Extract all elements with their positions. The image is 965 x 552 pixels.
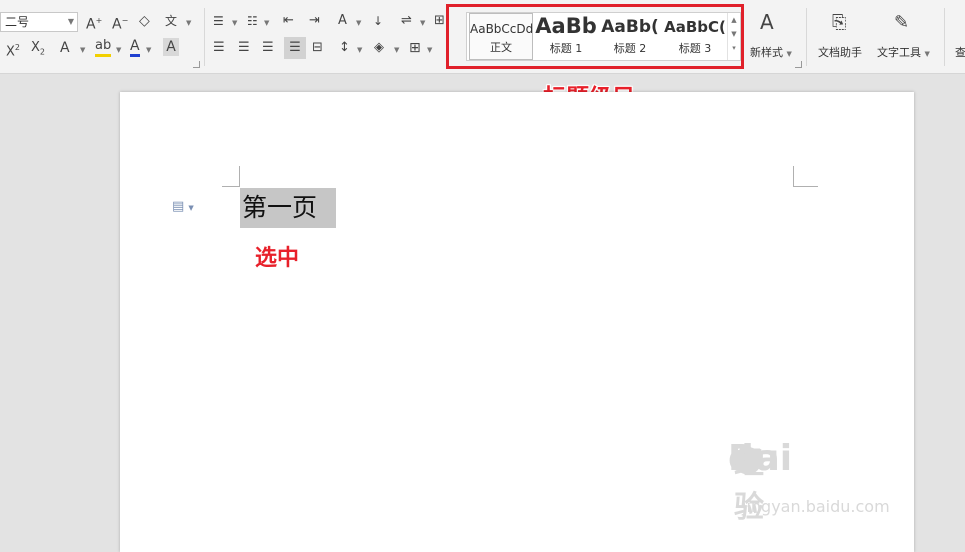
- new-style-button[interactable]: 新样式 ▼: [750, 44, 792, 60]
- font-color-icon[interactable]: A: [130, 38, 140, 57]
- paragraph-marker-icon[interactable]: ▤ ▼: [172, 199, 194, 214]
- decrease-indent-icon[interactable]: ⇤: [283, 11, 294, 31]
- group-separator: [204, 8, 205, 66]
- line-spacing-icon[interactable]: ↕: [339, 38, 350, 58]
- char-shading-icon[interactable]: A: [163, 38, 179, 56]
- text-direction-icon[interactable]: A: [338, 11, 347, 31]
- chevron-down-icon[interactable]: ▼: [264, 19, 269, 27]
- text-tools-label: 文字工具: [877, 46, 921, 59]
- crop-mark: [222, 166, 240, 187]
- shrink-font-icon[interactable]: A−: [112, 11, 128, 35]
- selected-text[interactable]: 第一页: [240, 188, 336, 228]
- styles-dialog-launcher[interactable]: [795, 61, 802, 68]
- bullet-list-icon[interactable]: ☰: [213, 11, 224, 31]
- new-style-icon[interactable]: A: [760, 10, 774, 34]
- justify-icon[interactable]: ☰: [284, 37, 306, 59]
- annotation-highlight-box: [446, 4, 744, 69]
- watermark-url: jingyan.baidu.com: [742, 497, 890, 516]
- group-separator: [944, 8, 945, 66]
- font-size-value: 二号: [5, 15, 30, 29]
- increase-indent-icon[interactable]: ⇥: [309, 11, 320, 31]
- crop-mark: [793, 166, 818, 187]
- text-effect-icon[interactable]: A: [60, 38, 70, 58]
- chevron-down-icon[interactable]: ▼: [427, 46, 432, 54]
- font-size-select[interactable]: 二号 ▼: [0, 12, 78, 32]
- new-style-label: 新样式: [750, 46, 783, 59]
- chevron-down-icon[interactable]: ▼: [232, 19, 237, 27]
- chevron-down-icon: ▼: [67, 17, 74, 26]
- chevron-down-icon[interactable]: ▼: [420, 19, 425, 27]
- chevron-down-icon[interactable]: ▼: [357, 46, 362, 54]
- cut-off-button[interactable]: 查: [955, 44, 965, 60]
- clear-format-icon[interactable]: ◇: [139, 11, 150, 31]
- annotation-selected: 选中: [255, 246, 300, 271]
- group-separator: [806, 8, 807, 66]
- subscript-icon[interactable]: X2: [31, 38, 45, 63]
- sort-icon[interactable]: ↓: [373, 11, 383, 31]
- chevron-down-icon: ▼: [924, 50, 930, 58]
- superscript-icon[interactable]: X2: [6, 38, 20, 62]
- wrench-icon[interactable]: ✎: [894, 12, 909, 34]
- chevron-down-icon[interactable]: ▼: [186, 19, 191, 27]
- align-left-icon[interactable]: ☰: [213, 38, 225, 58]
- borders-icon[interactable]: ⊞: [409, 38, 421, 58]
- font-dialog-launcher[interactable]: [193, 61, 200, 68]
- chevron-down-icon[interactable]: ▼: [146, 46, 151, 54]
- doc-assistant-icon[interactable]: ⎘: [832, 12, 846, 34]
- numbered-list-icon[interactable]: ☷: [247, 11, 258, 31]
- chevron-down-icon: ▼: [786, 50, 792, 58]
- line-break-icon[interactable]: ⇌: [401, 11, 412, 31]
- chevron-down-icon[interactable]: ▼: [394, 46, 399, 54]
- document-page[interactable]: ▤ ▼ 第一页: [120, 92, 914, 552]
- phonetic-guide-icon[interactable]: 文: [165, 11, 177, 31]
- align-right-icon[interactable]: ☰: [262, 38, 274, 58]
- distribute-icon[interactable]: ⊟: [312, 38, 323, 58]
- highlight-icon[interactable]: ab: [95, 38, 112, 57]
- shading-fill-icon[interactable]: ◈: [374, 38, 384, 58]
- grow-font-icon[interactable]: A+: [86, 11, 102, 35]
- chevron-down-icon[interactable]: ▼: [116, 46, 121, 54]
- align-center-icon[interactable]: ☰: [238, 38, 250, 58]
- text-tools-button[interactable]: 文字工具 ▼: [877, 44, 930, 60]
- chevron-down-icon[interactable]: ▼: [356, 19, 361, 27]
- doc-assistant-button[interactable]: 文档助手: [818, 44, 862, 60]
- show-marks-icon[interactable]: ⊞: [434, 11, 445, 31]
- chevron-down-icon[interactable]: ▼: [80, 46, 85, 54]
